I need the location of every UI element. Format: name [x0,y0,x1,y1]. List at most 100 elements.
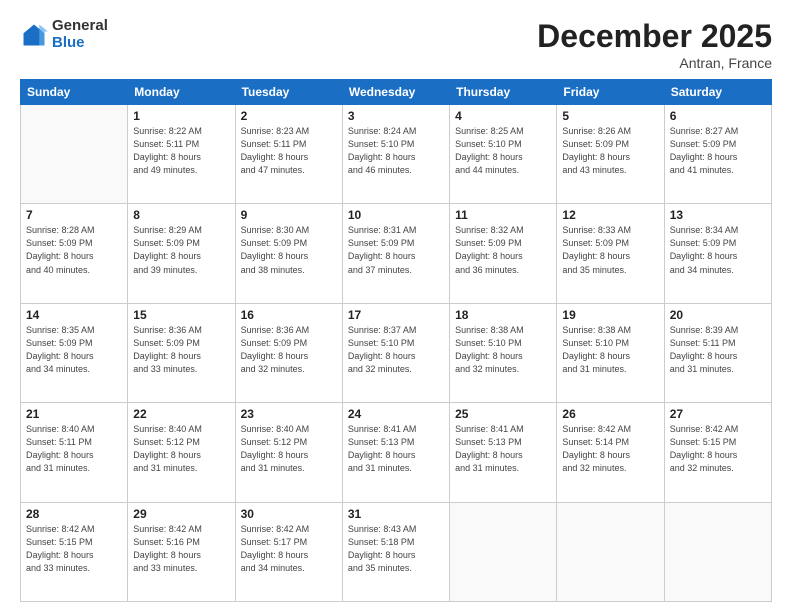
day-cell: 10 Sunrise: 8:31 AM Sunset: 5:09 PM Dayli… [342,204,449,303]
day-number: 2 [241,109,337,123]
location: Antran, France [537,55,772,71]
day-number: 3 [348,109,444,123]
day-number: 19 [562,308,658,322]
day-info: Sunrise: 8:30 AM Sunset: 5:09 PM Dayligh… [241,224,337,276]
day-number: 10 [348,208,444,222]
day-info: Sunrise: 8:42 AM Sunset: 5:15 PM Dayligh… [670,423,766,475]
page: General Blue December 2025 Antran, Franc… [0,0,792,612]
day-number: 6 [670,109,766,123]
day-number: 30 [241,507,337,521]
day-number: 18 [455,308,551,322]
day-info: Sunrise: 8:40 AM Sunset: 5:12 PM Dayligh… [133,423,229,475]
day-info: Sunrise: 8:42 AM Sunset: 5:14 PM Dayligh… [562,423,658,475]
day-number: 4 [455,109,551,123]
day-info: Sunrise: 8:28 AM Sunset: 5:09 PM Dayligh… [26,224,122,276]
day-info: Sunrise: 8:23 AM Sunset: 5:11 PM Dayligh… [241,125,337,177]
day-info: Sunrise: 8:31 AM Sunset: 5:09 PM Dayligh… [348,224,444,276]
day-info: Sunrise: 8:33 AM Sunset: 5:09 PM Dayligh… [562,224,658,276]
day-info: Sunrise: 8:22 AM Sunset: 5:11 PM Dayligh… [133,125,229,177]
day-cell: 9 Sunrise: 8:30 AM Sunset: 5:09 PM Daylig… [235,204,342,303]
day-cell [21,105,128,204]
day-number: 9 [241,208,337,222]
day-cell [664,502,771,601]
day-info: Sunrise: 8:38 AM Sunset: 5:10 PM Dayligh… [562,324,658,376]
day-info: Sunrise: 8:43 AM Sunset: 5:18 PM Dayligh… [348,523,444,575]
day-number: 8 [133,208,229,222]
day-cell: 18 Sunrise: 8:38 AM Sunset: 5:10 PM Dayli… [450,303,557,402]
day-number: 26 [562,407,658,421]
day-number: 13 [670,208,766,222]
day-cell: 28Sunrise: 8:42 AM Sunset: 5:15 PM Dayli… [21,502,128,601]
day-number: 11 [455,208,551,222]
day-cell: 5Sunrise: 8:26 AM Sunset: 5:09 PM Daylig… [557,105,664,204]
day-info: Sunrise: 8:41 AM Sunset: 5:13 PM Dayligh… [455,423,551,475]
day-info: Sunrise: 8:36 AM Sunset: 5:09 PM Dayligh… [241,324,337,376]
col-wednesday: Wednesday [342,80,449,105]
day-cell: 17Sunrise: 8:37 AM Sunset: 5:10 PM Dayli… [342,303,449,402]
day-cell: 22 Sunrise: 8:40 AM Sunset: 5:12 PM Dayli… [128,403,235,502]
day-number: 27 [670,407,766,421]
day-number: 22 [133,407,229,421]
day-info: Sunrise: 8:24 AM Sunset: 5:10 PM Dayligh… [348,125,444,177]
day-cell: 24Sunrise: 8:41 AM Sunset: 5:13 PM Dayli… [342,403,449,502]
day-cell: 11 Sunrise: 8:32 AM Sunset: 5:09 PM Dayli… [450,204,557,303]
logo-text: General Blue [52,18,108,51]
day-number: 1 [133,109,229,123]
day-cell: 30 Sunrise: 8:42 AM Sunset: 5:17 PM Dayli… [235,502,342,601]
month-title: December 2025 [537,18,772,55]
day-info: Sunrise: 8:40 AM Sunset: 5:12 PM Dayligh… [241,423,337,475]
col-saturday: Saturday [664,80,771,105]
day-info: Sunrise: 8:34 AM Sunset: 5:09 PM Dayligh… [670,224,766,276]
day-cell: 4 Sunrise: 8:25 AM Sunset: 5:10 PM Daylig… [450,105,557,204]
day-number: 16 [241,308,337,322]
day-info: Sunrise: 8:36 AM Sunset: 5:09 PM Dayligh… [133,324,229,376]
day-number: 24 [348,407,444,421]
day-cell: 14Sunrise: 8:35 AM Sunset: 5:09 PM Dayli… [21,303,128,402]
week-row-5: 28Sunrise: 8:42 AM Sunset: 5:15 PM Dayli… [21,502,772,601]
day-cell: 26 Sunrise: 8:42 AM Sunset: 5:14 PM Dayli… [557,403,664,502]
day-cell: 29Sunrise: 8:42 AM Sunset: 5:16 PM Dayli… [128,502,235,601]
day-cell: 6 Sunrise: 8:27 AM Sunset: 5:09 PM Daylig… [664,105,771,204]
day-cell: 7 Sunrise: 8:28 AM Sunset: 5:09 PM Daylig… [21,204,128,303]
col-sunday: Sunday [21,80,128,105]
day-number: 23 [241,407,337,421]
day-cell: 25Sunrise: 8:41 AM Sunset: 5:13 PM Dayli… [450,403,557,502]
day-info: Sunrise: 8:39 AM Sunset: 5:11 PM Dayligh… [670,324,766,376]
day-cell [450,502,557,601]
day-number: 29 [133,507,229,521]
day-cell: 1 Sunrise: 8:22 AM Sunset: 5:11 PM Daylig… [128,105,235,204]
day-number: 31 [348,507,444,521]
day-number: 15 [133,308,229,322]
day-number: 21 [26,407,122,421]
day-cell: 2 Sunrise: 8:23 AM Sunset: 5:11 PM Daylig… [235,105,342,204]
day-cell: 31 Sunrise: 8:43 AM Sunset: 5:18 PM Dayli… [342,502,449,601]
title-block: December 2025 Antran, France [537,18,772,71]
day-info: Sunrise: 8:38 AM Sunset: 5:10 PM Dayligh… [455,324,551,376]
day-cell: 21Sunrise: 8:40 AM Sunset: 5:11 PM Dayli… [21,403,128,502]
calendar-table: Sunday Monday Tuesday Wednesday Thursday… [20,79,772,602]
day-info: Sunrise: 8:35 AM Sunset: 5:09 PM Dayligh… [26,324,122,376]
day-info: Sunrise: 8:32 AM Sunset: 5:09 PM Dayligh… [455,224,551,276]
day-number: 7 [26,208,122,222]
day-cell: 12Sunrise: 8:33 AM Sunset: 5:09 PM Dayli… [557,204,664,303]
day-cell: 23 Sunrise: 8:40 AM Sunset: 5:12 PM Dayli… [235,403,342,502]
week-row-4: 21Sunrise: 8:40 AM Sunset: 5:11 PM Dayli… [21,403,772,502]
day-info: Sunrise: 8:37 AM Sunset: 5:10 PM Dayligh… [348,324,444,376]
calendar-header: Sunday Monday Tuesday Wednesday Thursday… [21,80,772,105]
day-info: Sunrise: 8:27 AM Sunset: 5:09 PM Dayligh… [670,125,766,177]
day-info: Sunrise: 8:25 AM Sunset: 5:10 PM Dayligh… [455,125,551,177]
day-info: Sunrise: 8:26 AM Sunset: 5:09 PM Dayligh… [562,125,658,177]
day-number: 20 [670,308,766,322]
day-cell: 8Sunrise: 8:29 AM Sunset: 5:09 PM Daylig… [128,204,235,303]
day-cell: 20 Sunrise: 8:39 AM Sunset: 5:11 PM Dayli… [664,303,771,402]
logo-blue-text: Blue [52,35,108,52]
day-info: Sunrise: 8:42 AM Sunset: 5:17 PM Dayligh… [241,523,337,575]
calendar-body: 1 Sunrise: 8:22 AM Sunset: 5:11 PM Daylig… [21,105,772,602]
day-number: 28 [26,507,122,521]
header: General Blue December 2025 Antran, Franc… [20,18,772,71]
week-row-3: 14Sunrise: 8:35 AM Sunset: 5:09 PM Dayli… [21,303,772,402]
day-cell: 27 Sunrise: 8:42 AM Sunset: 5:15 PM Dayli… [664,403,771,502]
logo: General Blue [20,18,108,51]
day-cell: 19 Sunrise: 8:38 AM Sunset: 5:10 PM Dayli… [557,303,664,402]
day-cell: 3 Sunrise: 8:24 AM Sunset: 5:10 PM Daylig… [342,105,449,204]
